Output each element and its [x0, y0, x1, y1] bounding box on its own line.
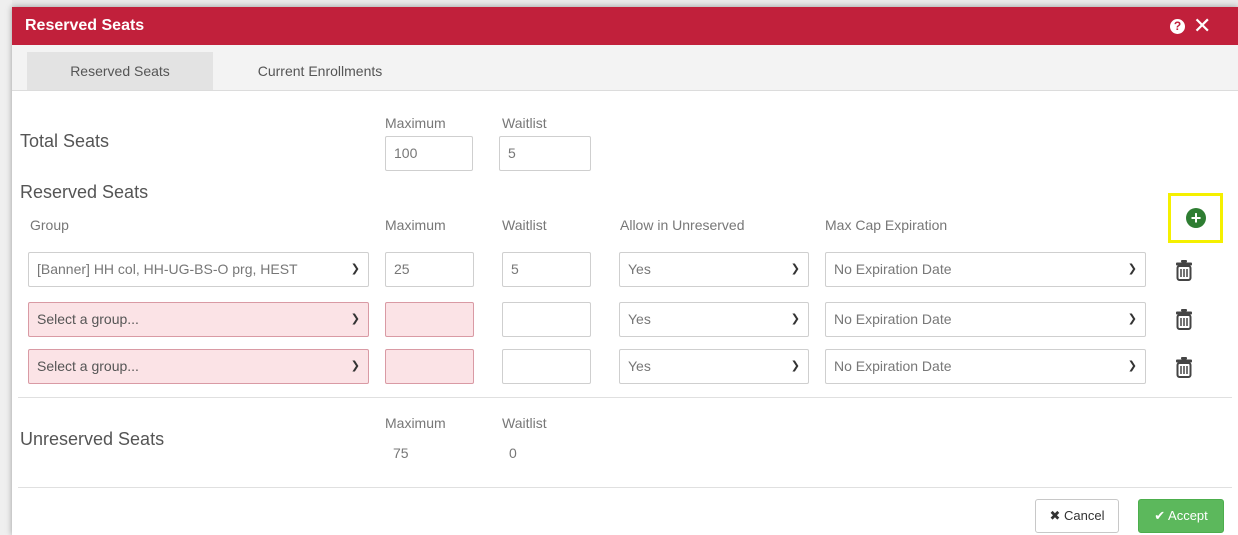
max-cap-expiration-select[interactable]: No Expiration Date ❯: [825, 349, 1146, 384]
reserved-maximum-input[interactable]: 25: [385, 252, 474, 287]
reserved-waitlist-input[interactable]: 5: [502, 252, 591, 287]
add-reserved-seat-highlight: +: [1168, 193, 1223, 243]
plus-circle-icon[interactable]: +: [1186, 208, 1206, 228]
trash-icon[interactable]: [1175, 259, 1193, 281]
max-cap-expiration-select[interactable]: No Expiration Date ❯: [825, 252, 1146, 287]
chevron-down-icon: ❯: [1127, 313, 1137, 325]
reserved-maximum-input[interactable]: [385, 349, 474, 384]
allow-unreserved-value: Yes: [628, 311, 651, 327]
background-page-edge: [0, 0, 12, 535]
reserved-maximum-input[interactable]: [385, 302, 474, 337]
chevron-down-icon: ❯: [350, 263, 360, 275]
maximum-column-header: Maximum: [385, 217, 446, 233]
modal-title: Reserved Seats: [25, 17, 145, 34]
group-column-header: Group: [30, 217, 69, 233]
modal-title-bar: Reserved Seats ? ✕: [12, 7, 1238, 45]
allow-unreserved-value: Yes: [628, 261, 651, 277]
allow-unreserved-select[interactable]: Yes ❯: [619, 252, 809, 287]
group-select-value: Select a group...: [37, 358, 139, 374]
group-select-value: [Banner] HH col, HH-UG-BS-O prg, HEST: [37, 261, 298, 277]
section-divider: [18, 397, 1232, 398]
allow-unreserved-select[interactable]: Yes ❯: [619, 302, 809, 337]
allow-unreserved-select[interactable]: Yes ❯: [619, 349, 809, 384]
chevron-down-icon: ❯: [350, 313, 360, 325]
cancel-button-label: Cancel: [1064, 508, 1105, 523]
allow-unreserved-value: Yes: [628, 358, 651, 374]
max-cap-expiration-select[interactable]: No Expiration Date ❯: [825, 302, 1146, 337]
footer-divider: [18, 487, 1232, 488]
accept-button[interactable]: ✔ Accept: [1138, 499, 1224, 533]
group-select[interactable]: [Banner] HH col, HH-UG-BS-O prg, HEST ❯: [28, 252, 369, 287]
unreserved-maximum-value: 75: [393, 445, 409, 461]
accept-button-label: Accept: [1168, 508, 1208, 523]
unreserved-waitlist-label: Waitlist: [502, 415, 547, 431]
unreserved-waitlist-value: 0: [509, 445, 517, 461]
chevron-down-icon: ❯: [790, 313, 800, 325]
chevron-down-icon: ❯: [1127, 263, 1137, 275]
chevron-down-icon: ❯: [790, 360, 800, 372]
trash-icon[interactable]: [1175, 308, 1193, 330]
max-cap-expiration-value: No Expiration Date: [834, 311, 952, 327]
chevron-down-icon: ❯: [350, 360, 360, 372]
total-waitlist-input[interactable]: 5: [499, 136, 591, 171]
max-cap-expiration-value: No Expiration Date: [834, 261, 952, 277]
chevron-down-icon: ❯: [790, 263, 800, 275]
check-icon: ✔: [1154, 508, 1166, 523]
reserved-waitlist-input[interactable]: [502, 302, 591, 337]
reserved-seats-modal: Reserved Seats ? ✕ Reserved Seats Curren…: [12, 7, 1238, 535]
group-select[interactable]: Select a group... ❯: [28, 302, 369, 337]
total-maximum-label: Maximum: [385, 115, 446, 131]
total-waitlist-label: Waitlist: [502, 115, 547, 131]
x-icon: ✖: [1049, 508, 1061, 523]
tab-current-enrollments[interactable]: Current Enrollments: [230, 52, 410, 90]
max-cap-expiration-value: No Expiration Date: [834, 358, 952, 374]
waitlist-column-header: Waitlist: [502, 217, 547, 233]
tab-bar: Reserved Seats Current Enrollments: [12, 45, 1238, 91]
reserved-waitlist-input[interactable]: [502, 349, 591, 384]
unreserved-seats-title: Unreserved Seats: [20, 429, 165, 449]
chevron-down-icon: ❯: [1127, 360, 1137, 372]
allow-unreserved-column-header: Allow in Unreserved: [620, 217, 745, 233]
reserved-seats-title: Reserved Seats: [20, 182, 149, 202]
close-x-icon[interactable]: ✕: [1193, 13, 1211, 39]
max-cap-expiration-column-header: Max Cap Expiration: [825, 217, 948, 233]
question-circle-icon[interactable]: ?: [1170, 19, 1185, 34]
group-select-value: Select a group...: [37, 311, 139, 327]
group-select[interactable]: Select a group... ❯: [28, 349, 369, 384]
total-maximum-input[interactable]: 100: [385, 136, 473, 171]
tab-reserved-seats[interactable]: Reserved Seats: [27, 52, 213, 90]
total-seats-title: Total Seats: [20, 131, 110, 151]
trash-icon[interactable]: [1175, 356, 1193, 378]
cancel-button[interactable]: ✖ Cancel: [1035, 499, 1119, 533]
unreserved-maximum-label: Maximum: [385, 415, 446, 431]
